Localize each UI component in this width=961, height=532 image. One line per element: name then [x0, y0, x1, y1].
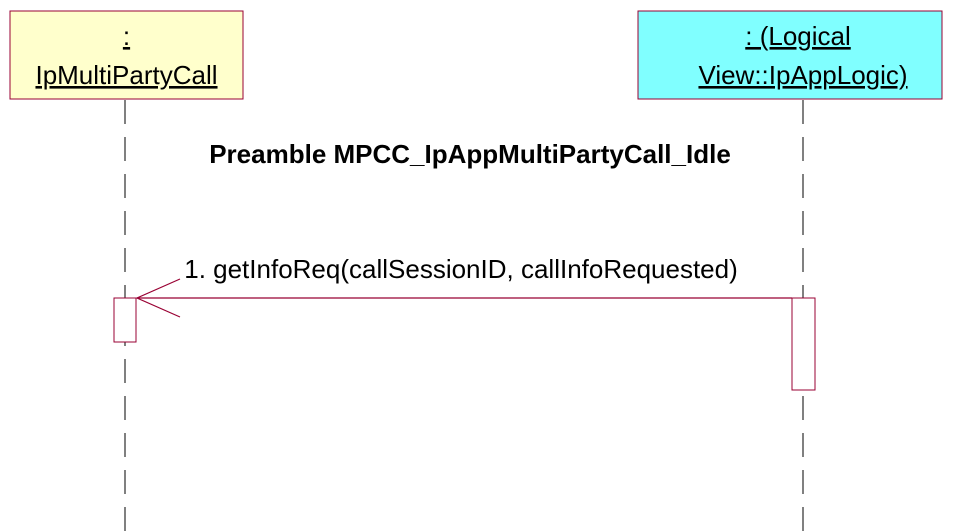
participant-caller: : IpMultiPartyCall: [9, 10, 244, 100]
sequence-diagram: : IpMultiPartyCall : (Logical View::IpAp…: [9, 10, 943, 532]
participant-app-logic-line2: View::IpAppLogic): [698, 60, 907, 90]
participant-app-logic: : (Logical View::IpAppLogic): [637, 10, 943, 100]
participant-app-logic-line1: : (Logical: [745, 21, 851, 51]
preamble-note: Preamble MPCC_IpAppMultiPartyCall_Idle: [209, 139, 731, 169]
activation-bar-app-logic: [791, 297, 816, 391]
activation-bar-caller: [113, 297, 137, 343]
message-label: 1. getInfoReq(callSessionID, callInfoReq…: [184, 254, 738, 284]
participant-caller-line1: :: [123, 21, 130, 51]
participant-caller-line2: IpMultiPartyCall: [35, 60, 217, 90]
